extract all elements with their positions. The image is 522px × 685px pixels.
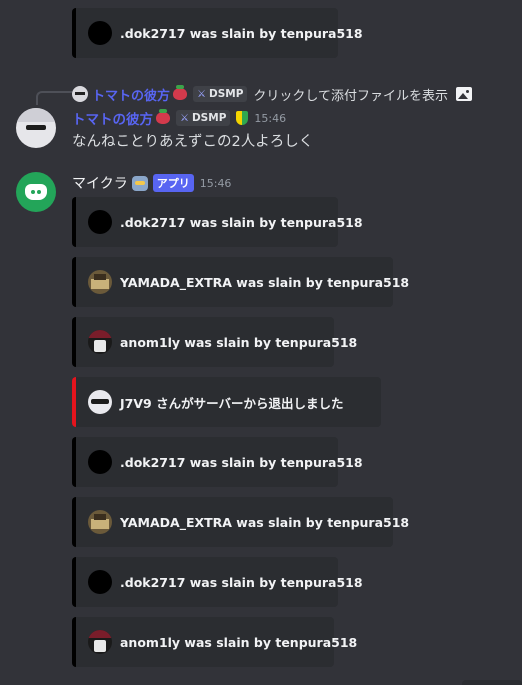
bot-timestamp[interactable]: 15:46 bbox=[200, 177, 232, 190]
image-icon bbox=[456, 87, 473, 101]
message-username[interactable]: トマトの彼方 bbox=[72, 108, 153, 128]
embed-text: YAMADA_EXTRA was slain by tenpura518 bbox=[120, 274, 410, 290]
embed-kill-message: .dok2717 was slain by tenpura518 bbox=[72, 197, 363, 247]
reply-preview-text[interactable]: クリックして添付ファイルを表示 bbox=[253, 85, 448, 104]
player-avatar[interactable] bbox=[88, 21, 112, 45]
app-badge: アプリ bbox=[152, 174, 194, 192]
reply-username[interactable]: トマトの彼方 bbox=[92, 85, 170, 104]
reply-connector bbox=[36, 91, 72, 105]
tomato-emoji-icon bbox=[156, 109, 170, 124]
player-avatar[interactable] bbox=[88, 570, 112, 594]
server-tag[interactable]: ⚔ DSMP bbox=[193, 86, 248, 102]
embed-kill-message: .dok2717 was slain by tenpura518 bbox=[72, 8, 363, 58]
player-avatar[interactable] bbox=[88, 330, 112, 354]
embed-kill-message: .dok2717 was slain by tenpura518 bbox=[72, 437, 363, 487]
server-tag-label: DSMP bbox=[191, 112, 227, 124]
sword-icon: ⚔ bbox=[197, 88, 206, 100]
message-timestamp[interactable]: 15:46 bbox=[254, 112, 286, 125]
player-avatar[interactable] bbox=[88, 450, 112, 474]
embed-text: J7V9 さんがサーバーから退出しました bbox=[120, 395, 344, 411]
embed-text: anom1ly was slain by tenpura518 bbox=[120, 334, 358, 350]
embed-text: anom1ly was slain by tenpura518 bbox=[120, 634, 358, 650]
message-content: なんねことりあえずこの2人よろしく bbox=[72, 134, 314, 150]
server-tag[interactable]: ⚔ DSMP bbox=[176, 110, 231, 126]
reply-reference[interactable]: トマトの彼方 ⚔ DSMP クリックして添付ファイルを表示 bbox=[72, 84, 473, 104]
embed-kill-message: anom1ly was slain by tenpura518 bbox=[72, 317, 357, 367]
sword-icon: ⚔ bbox=[180, 112, 189, 124]
embed-kill-message: YAMADA_EXTRA was slain by tenpura518 bbox=[72, 257, 409, 307]
player-avatar[interactable] bbox=[88, 210, 112, 234]
jump-bar[interactable] bbox=[462, 680, 522, 685]
message-header: トマトの彼方 ⚔ DSMP 15:46 bbox=[72, 108, 286, 128]
embed-kill-message: YAMADA_EXTRA was slain by tenpura518 bbox=[72, 497, 409, 547]
discord-logo-icon bbox=[25, 184, 47, 200]
embed-kill-message: anom1ly was slain by tenpura518 bbox=[72, 617, 357, 667]
embed-text: .dok2717 was slain by tenpura518 bbox=[120, 25, 363, 41]
embed-kill-message: .dok2717 was slain by tenpura518 bbox=[72, 557, 363, 607]
player-avatar[interactable] bbox=[88, 510, 112, 534]
embed-text: .dok2717 was slain by tenpura518 bbox=[120, 214, 363, 230]
embed-leave-message: J7V9 さんがサーバーから退出しました bbox=[72, 377, 381, 427]
embed-text: .dok2717 was slain by tenpura518 bbox=[120, 454, 363, 470]
tomato-emoji-icon bbox=[173, 85, 188, 100]
embed-text: .dok2717 was slain by tenpura518 bbox=[120, 574, 363, 590]
bot-username[interactable]: マイクラ bbox=[72, 173, 128, 193]
player-avatar[interactable] bbox=[88, 390, 112, 414]
player-avatar[interactable] bbox=[88, 630, 112, 654]
beginner-badge-icon bbox=[236, 111, 249, 125]
server-tag-label: DSMP bbox=[208, 88, 244, 100]
player-avatar[interactable] bbox=[88, 270, 112, 294]
robot-emoji-icon bbox=[131, 175, 148, 191]
avatar[interactable] bbox=[16, 108, 56, 148]
embed-text: YAMADA_EXTRA was slain by tenpura518 bbox=[120, 514, 410, 530]
bot-avatar[interactable] bbox=[16, 172, 56, 212]
reply-avatar[interactable] bbox=[72, 86, 88, 102]
bot-message-header: マイクラ アプリ 15:46 bbox=[72, 173, 231, 193]
